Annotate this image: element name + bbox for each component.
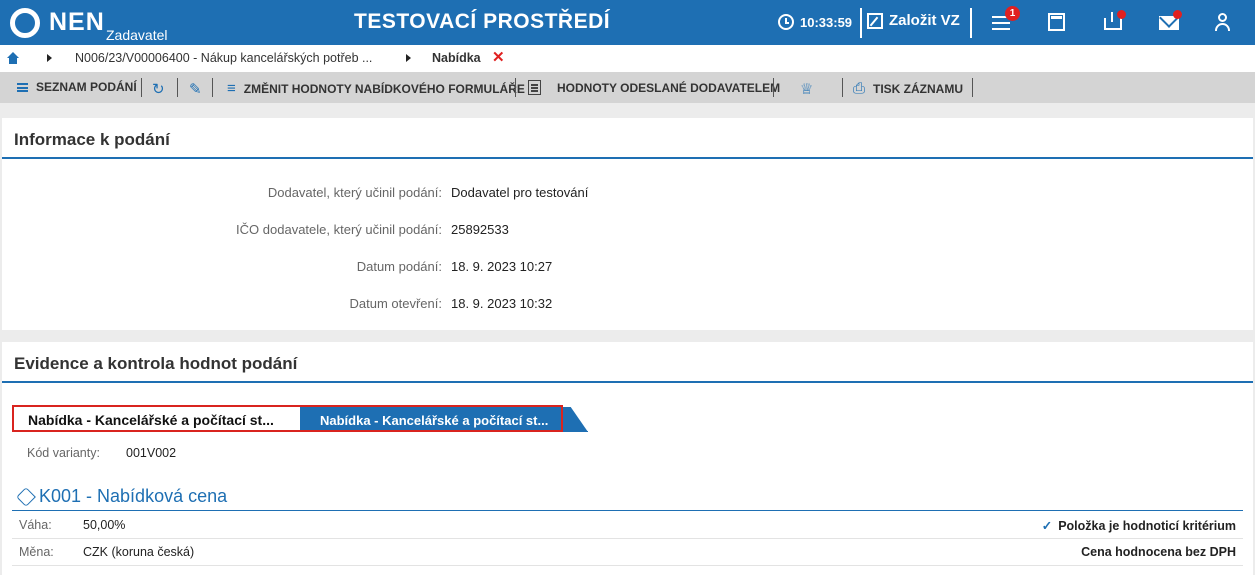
panel-header: Informace k podání xyxy=(2,118,1253,159)
check-icon: ✓ xyxy=(1041,519,1053,533)
change-form-values-label: ZMĚNIT HODNOTY NABÍDKOVÉHO FORMULÁŘE xyxy=(243,81,525,96)
edit-button[interactable]: ✎ xyxy=(189,80,202,98)
clock-time: 10:33:59 xyxy=(800,14,853,30)
certificate-button[interactable]: ♕ xyxy=(800,80,813,98)
supplier-label: Dodavatel, který učinil podání: xyxy=(267,185,442,200)
criterion-flag: ✓ Položka je hodnoticí kritérium xyxy=(1042,518,1236,533)
panel-header: Evidence a kontrola hodnot podání xyxy=(2,342,1253,383)
supplier-value: Dodavatel pro testování xyxy=(451,185,589,200)
toolbar-divider xyxy=(212,78,213,97)
weight-label: Váha: xyxy=(19,518,52,532)
environment-title: TESTOVACÍ PROSTŘEDÍ xyxy=(354,10,611,33)
toolbar-divider xyxy=(515,78,516,97)
breadcrumb-separator-icon xyxy=(47,54,52,62)
criterion-title: K001 - Nabídková cena xyxy=(16,486,228,507)
header-divider xyxy=(860,8,862,38)
opening-date-label: Datum otevření: xyxy=(349,296,443,311)
currency-value: CZK (koruna česká) xyxy=(83,545,195,559)
unread-indicator xyxy=(1173,10,1182,19)
breadcrumb: N006/23/V00006400 - Nákup kancelářských … xyxy=(0,45,1255,72)
submission-date-label: Datum podání: xyxy=(356,259,442,274)
sort-lines-icon: ≡ xyxy=(227,80,236,97)
home-icon[interactable] xyxy=(7,52,19,64)
print-record-label: TISK ZÁZNAMU xyxy=(873,81,964,96)
inbox-download-icon[interactable] xyxy=(1102,10,1126,34)
document-icon xyxy=(528,80,541,95)
toolbar-divider xyxy=(141,78,142,97)
row-divider xyxy=(12,538,1243,539)
criterion-divider xyxy=(12,510,1243,511)
user-icon[interactable] xyxy=(1212,10,1236,34)
action-toolbar: SEZNAM PODÁNÍ ↻ ✎ ≡ ZMĚNIT HODNOTY NABÍD… xyxy=(0,72,1255,103)
printer-icon: ⎙ xyxy=(853,80,866,97)
submission-info-panel: Informace k podání Dodavatel, který učin… xyxy=(2,118,1253,330)
submission-list-button[interactable]: SEZNAM PODÁNÍ xyxy=(17,80,137,94)
opening-date-value: 18. 9. 2023 10:32 xyxy=(451,296,553,311)
breadcrumb-current: Nabídka xyxy=(432,51,481,65)
print-record-button[interactable]: ⎙ TISK ZÁZNAMU xyxy=(853,80,963,97)
price-note: Cena hodnocena bez DPH xyxy=(1081,545,1236,559)
calculator-icon[interactable] xyxy=(1046,10,1070,34)
award-icon: ♕ xyxy=(800,81,814,98)
create-contract-label: Založit VZ xyxy=(889,12,960,29)
sent-values-label: HODNOTY ODESLANÉ DODAVATELEM xyxy=(557,80,781,95)
app-logo-subtitle: Zadavatel xyxy=(106,27,168,43)
list-icon xyxy=(17,82,28,92)
tag-icon xyxy=(16,486,36,507)
refresh-icon: ↻ xyxy=(152,81,165,98)
weight-value: 50,00% xyxy=(83,518,126,532)
breadcrumb-separator-icon xyxy=(406,54,411,62)
row-divider xyxy=(12,565,1243,566)
variant-code-label: Kód varianty: xyxy=(27,446,100,460)
nen-logo-icon xyxy=(10,8,40,38)
supplier-ico-label: IČO dodavatele, který učinil podání: xyxy=(236,222,442,237)
notification-badge: 1 xyxy=(1005,6,1020,21)
supplier-ico-value: 25892533 xyxy=(451,222,509,237)
panel-title: Evidence a kontrola hodnot podání xyxy=(14,354,298,373)
close-icon[interactable]: ✕ xyxy=(492,48,505,66)
currency-label: Měna: xyxy=(19,545,54,559)
toolbar-divider xyxy=(177,78,178,97)
toolbar-divider xyxy=(842,78,843,97)
toolbar-divider xyxy=(972,78,973,97)
edit-icon xyxy=(867,12,883,29)
submission-date-value: 18. 9. 2023 10:27 xyxy=(451,259,553,274)
submission-list-label: SEZNAM PODÁNÍ xyxy=(36,80,137,94)
variant-code-value: 001V002 xyxy=(126,446,177,460)
breadcrumb-contract[interactable]: N006/23/V00006400 - Nákup kancelářských … xyxy=(75,51,372,65)
change-form-values-button[interactable]: ≡ ZMĚNIT HODNOTY NABÍDKOVÉHO FORMULÁŘE xyxy=(227,80,525,97)
panel-title: Informace k podání xyxy=(14,130,170,149)
session-clock: 10:33:59 xyxy=(778,14,852,30)
criterion-flag-text: Položka je hodnoticí kritérium xyxy=(1058,519,1236,533)
mail-icon[interactable] xyxy=(1158,10,1182,34)
tab-offer-variant-1[interactable]: Nabídka - Kancelářské a počítací st... xyxy=(28,412,274,428)
pencil-icon: ✎ xyxy=(189,81,202,98)
clock-icon xyxy=(778,14,794,30)
app-logo[interactable]: NEN xyxy=(49,8,105,37)
top-header: NEN Zadavatel TESTOVACÍ PROSTŘEDÍ 10:33:… xyxy=(0,0,1255,45)
evidence-panel: Evidence a kontrola hodnot podání xyxy=(2,342,1253,575)
unread-indicator xyxy=(1117,10,1126,19)
refresh-button[interactable]: ↻ xyxy=(152,80,165,98)
header-divider xyxy=(970,8,972,38)
toolbar-divider xyxy=(773,78,774,97)
create-contract-button[interactable]: Založit VZ xyxy=(867,12,960,29)
criterion-title-text: K001 - Nabídková cena xyxy=(39,486,228,506)
sent-values-button[interactable]: HODNOTY ODESLANÉ DODAVATELEM xyxy=(528,80,780,95)
